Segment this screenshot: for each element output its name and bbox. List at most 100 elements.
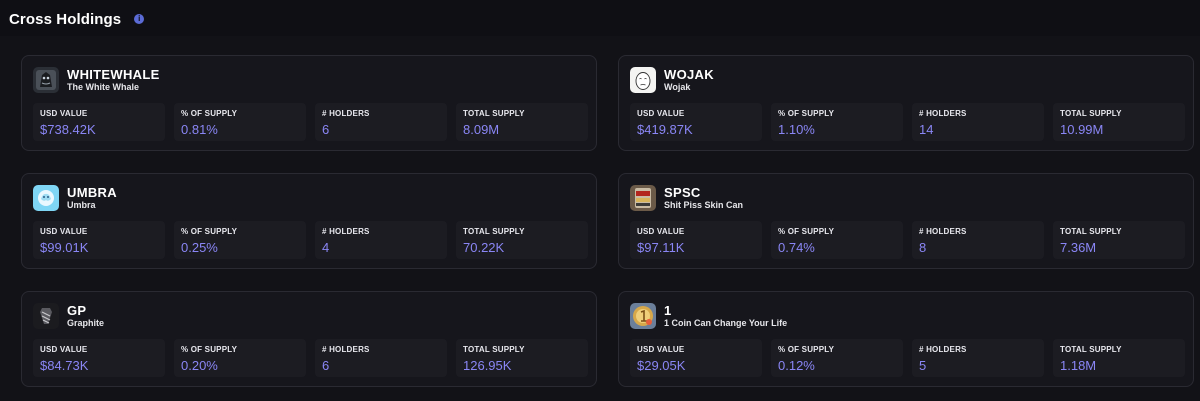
pct-supply-stat: % OF SUPPLY 0.12% (771, 339, 903, 377)
stat-label: % OF SUPPLY (181, 227, 238, 236)
usd-value-stat: USD VALUE $99.01K (33, 221, 165, 259)
stat-label: % OF SUPPLY (778, 345, 835, 354)
stats-row: USD VALUE $97.11K % OF SUPPLY 0.74% # HO… (630, 221, 1185, 259)
token-name: Wojak (664, 82, 691, 92)
umbra-token-icon (33, 185, 59, 211)
stat-label: USD VALUE (40, 227, 88, 236)
stat-value: 0.81% (181, 122, 218, 137)
stat-label: # HOLDERS (919, 109, 967, 118)
stats-row: USD VALUE $738.42K % OF SUPPLY 0.81% # H… (33, 103, 588, 141)
cross-holdings-page: Cross Holdings i WHITEWHALE The White Wh… (0, 0, 1200, 401)
holding-card[interactable]: WOJAK Wojak USD VALUE $419.87K % OF SUPP… (618, 55, 1194, 151)
stat-label: # HOLDERS (322, 345, 370, 354)
total-supply-stat: TOTAL SUPPLY 70.22K (456, 221, 588, 259)
token-name: Shit Piss Skin Can (664, 200, 744, 210)
stat-value: $99.01K (40, 240, 89, 255)
holding-card[interactable]: GP Graphite USD VALUE $84.73K % OF SUPPL… (21, 291, 597, 387)
token-header: UMBRA Umbra (33, 185, 117, 211)
token-name: 1 Coin Can Change Your Life (664, 318, 788, 328)
holders-stat: # HOLDERS 14 (912, 103, 1044, 141)
stat-value: 0.74% (778, 240, 815, 255)
usd-value-stat: USD VALUE $97.11K (630, 221, 762, 259)
stat-label: TOTAL SUPPLY (1060, 227, 1122, 236)
usd-value-stat: USD VALUE $29.05K (630, 339, 762, 377)
token-symbol: GP (67, 303, 87, 318)
usd-value-stat: USD VALUE $84.73K (33, 339, 165, 377)
stat-value: $419.87K (637, 122, 693, 137)
stat-value: $738.42K (40, 122, 96, 137)
total-supply-stat: TOTAL SUPPLY 1.18M (1053, 339, 1185, 377)
stat-label: # HOLDERS (919, 345, 967, 354)
stat-value: 126.95K (463, 358, 512, 373)
stat-value: 70.22K (463, 240, 505, 255)
stat-label: # HOLDERS (322, 227, 370, 236)
stat-label: % OF SUPPLY (778, 227, 835, 236)
stat-label: TOTAL SUPPLY (463, 227, 525, 236)
spsc-token-icon (630, 185, 656, 211)
stat-label: USD VALUE (40, 345, 88, 354)
graphite-token-icon (33, 303, 59, 329)
section-header: Cross Holdings i (9, 8, 145, 30)
pct-supply-stat: % OF SUPPLY 0.20% (174, 339, 306, 377)
stat-label: % OF SUPPLY (778, 109, 835, 118)
token-header: WHITEWHALE The White Whale (33, 67, 160, 93)
stats-row: USD VALUE $29.05K % OF SUPPLY 0.12% # HO… (630, 339, 1185, 377)
stat-value: 7.36M (1060, 240, 1097, 255)
wojak-token-icon (630, 67, 656, 93)
usd-value-stat: USD VALUE $738.42K (33, 103, 165, 141)
stat-label: TOTAL SUPPLY (1060, 109, 1122, 118)
total-supply-stat: TOTAL SUPPLY 7.36M (1053, 221, 1185, 259)
stat-value: 0.25% (181, 240, 218, 255)
stat-label: % OF SUPPLY (181, 109, 238, 118)
stat-value: 0.12% (778, 358, 815, 373)
token-name: The White Whale (67, 82, 139, 92)
total-supply-stat: TOTAL SUPPLY 10.99M (1053, 103, 1185, 141)
holders-stat: # HOLDERS 8 (912, 221, 1044, 259)
stat-value: 0.20% (181, 358, 218, 373)
stat-value: 14 (919, 122, 934, 137)
holders-stat: # HOLDERS 6 (315, 103, 447, 141)
stats-row: USD VALUE $84.73K % OF SUPPLY 0.20% # HO… (33, 339, 588, 377)
stat-value: 6 (322, 358, 330, 373)
stat-value: 6 (322, 122, 330, 137)
stat-label: % OF SUPPLY (181, 345, 238, 354)
whale-token-icon (33, 67, 59, 93)
holding-card[interactable]: SPSC Shit Piss Skin Can USD VALUE $97.11… (618, 173, 1194, 269)
holding-card[interactable]: UMBRA Umbra USD VALUE $99.01K % OF SUPPL… (21, 173, 597, 269)
stat-value: $29.05K (637, 358, 686, 373)
stat-label: USD VALUE (40, 109, 88, 118)
one-coin-token-icon (630, 303, 656, 329)
holding-card[interactable]: 1 1 Coin Can Change Your Life USD VALUE … (618, 291, 1194, 387)
token-header: 1 1 Coin Can Change Your Life (630, 303, 787, 329)
holding-card[interactable]: WHITEWHALE The White Whale USD VALUE $73… (21, 55, 597, 151)
stat-value: 1.18M (1060, 358, 1097, 373)
pct-supply-stat: % OF SUPPLY 0.74% (771, 221, 903, 259)
total-supply-stat: TOTAL SUPPLY 126.95K (456, 339, 588, 377)
pct-supply-stat: % OF SUPPLY 1.10% (771, 103, 903, 141)
token-symbol: UMBRA (67, 185, 117, 200)
holders-stat: # HOLDERS 5 (912, 339, 1044, 377)
stat-label: TOTAL SUPPLY (1060, 345, 1122, 354)
stat-value: 1.10% (778, 122, 815, 137)
stat-value: $84.73K (40, 358, 89, 373)
token-symbol: 1 (664, 303, 672, 318)
holders-stat: # HOLDERS 6 (315, 339, 447, 377)
total-supply-stat: TOTAL SUPPLY 8.09M (456, 103, 588, 141)
stat-value: $97.11K (637, 240, 685, 255)
stat-label: USD VALUE (637, 109, 685, 118)
holders-stat: # HOLDERS 4 (315, 221, 447, 259)
stats-row: USD VALUE $419.87K % OF SUPPLY 1.10% # H… (630, 103, 1185, 141)
token-symbol: WOJAK (664, 67, 714, 82)
info-icon[interactable]: i (134, 14, 145, 24)
token-header: WOJAK Wojak (630, 67, 714, 93)
section-title: Cross Holdings (9, 10, 122, 28)
stats-row: USD VALUE $99.01K % OF SUPPLY 0.25% # HO… (33, 221, 588, 259)
usd-value-stat: USD VALUE $419.87K (630, 103, 762, 141)
token-symbol: WHITEWHALE (67, 67, 160, 82)
pct-supply-stat: % OF SUPPLY 0.25% (174, 221, 306, 259)
token-header: SPSC Shit Piss Skin Can (630, 185, 743, 211)
stat-label: USD VALUE (637, 345, 685, 354)
stat-label: # HOLDERS (919, 227, 967, 236)
stat-label: # HOLDERS (322, 109, 370, 118)
stat-value: 4 (322, 240, 330, 255)
